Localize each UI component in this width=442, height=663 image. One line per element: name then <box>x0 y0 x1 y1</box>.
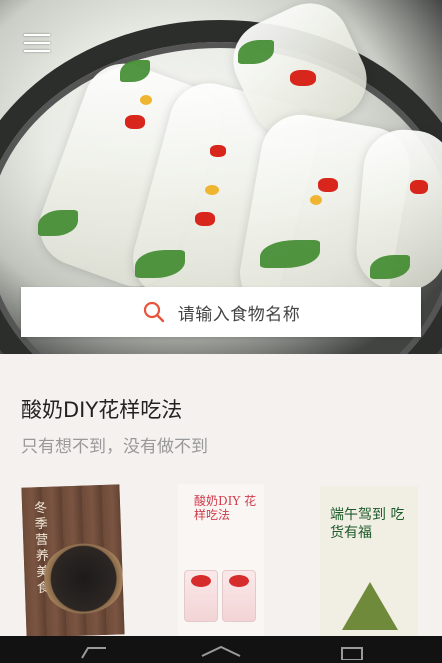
recipe-card-yogurt[interactable]: 酸奶DIY 花样吃法 <box>178 484 264 636</box>
sauce-drop <box>205 185 219 195</box>
yogurt-jar-image <box>184 570 218 622</box>
search-icon <box>143 301 164 323</box>
yogurt-jar-image <box>222 570 256 622</box>
system-nav-bar <box>0 636 442 663</box>
sauce-drop <box>140 95 152 105</box>
zongzi-image <box>342 582 398 630</box>
recents-icon[interactable] <box>340 644 364 660</box>
chili-piece <box>410 180 428 194</box>
chili-piece <box>195 212 215 226</box>
card-title: 酸奶DIY 花样吃法 <box>194 494 257 522</box>
search-bar[interactable]: 请输入食物名称 <box>21 287 421 337</box>
home-icon[interactable] <box>200 644 242 660</box>
chili-piece <box>290 70 316 86</box>
chili-piece <box>318 178 338 192</box>
card-title: 端午驾到 吃货有福 <box>330 507 405 541</box>
recipe-card-winter[interactable]: 冬季营养美食 <box>21 484 125 638</box>
chili-piece <box>210 145 226 157</box>
recipe-card-duanwu[interactable]: 端午驾到 吃货有福 <box>320 486 418 636</box>
section-subtitle: 只有想不到，没有做不到 <box>21 437 208 457</box>
chili-piece <box>125 115 145 129</box>
hamburger-menu-icon[interactable] <box>24 34 50 56</box>
search-placeholder: 请输入食物名称 <box>177 304 301 325</box>
section-title: 酸奶DIY花样吃法 <box>21 398 183 422</box>
back-icon[interactable] <box>76 644 110 660</box>
sauce-drop <box>310 195 322 205</box>
